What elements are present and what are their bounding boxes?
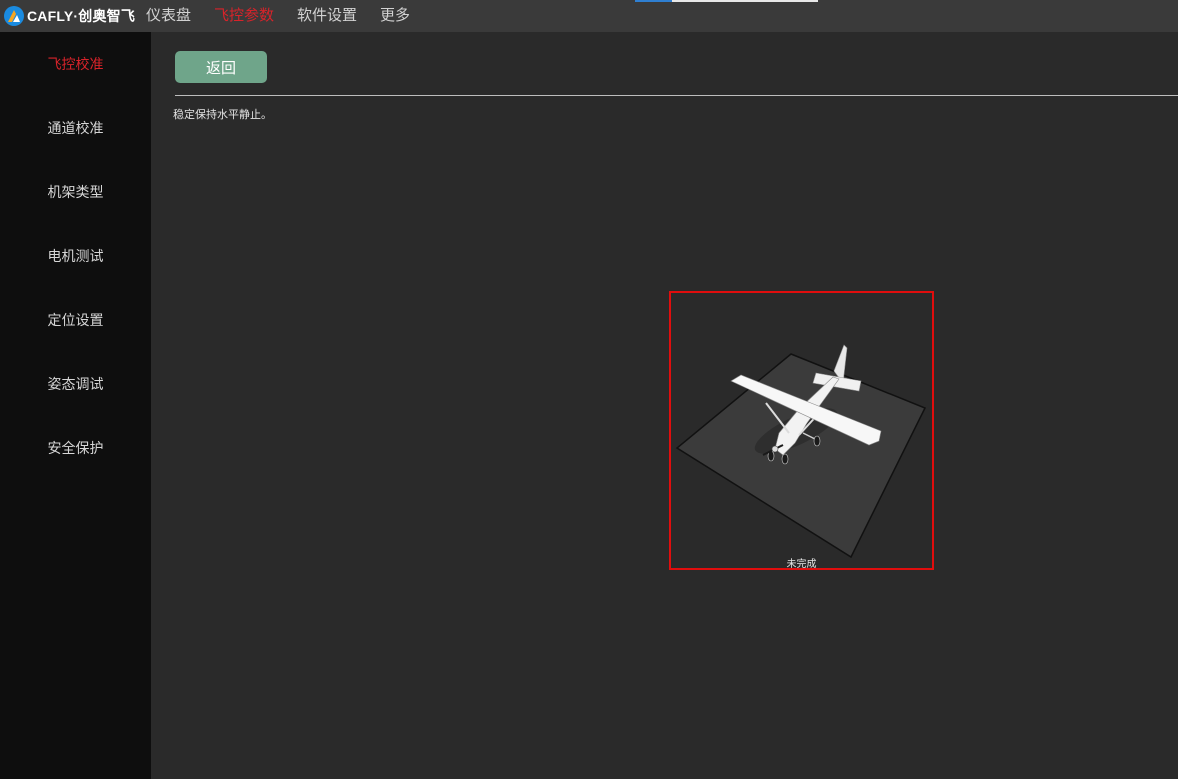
instruction-text: 稳定保持水平静止。 (173, 108, 272, 121)
top-menu: 仪表盘 飞控参数 软件设置 更多 (146, 5, 433, 25)
sidebar: 飞控校准 通道校准 机架类型 电机测试 定位设置 姿态调试 安全保护 (0, 32, 151, 779)
divider (175, 95, 1178, 96)
sidebar-item-fc-calibration[interactable]: 飞控校准 (0, 54, 151, 74)
aircraft-model (675, 344, 927, 559)
sidebar-item-channel-calibration[interactable]: 通道校准 (0, 118, 151, 138)
top-bar: CAFLY·创奥智飞 仪表盘 飞控参数 软件设置 更多 (0, 0, 1178, 32)
brand-name: CAFLY·创奥智飞 (27, 8, 136, 24)
calibration-progress-bar (635, 0, 818, 2)
sidebar-item-safety[interactable]: 安全保护 (0, 438, 151, 458)
sidebar-item-attitude-tuning[interactable]: 姿态调试 (0, 374, 151, 394)
menu-flight-params[interactable]: 飞控参数 (214, 5, 274, 25)
menu-more[interactable]: 更多 (380, 5, 410, 25)
sidebar-item-positioning[interactable]: 定位设置 (0, 310, 151, 330)
sidebar-item-motor-test[interactable]: 电机测试 (0, 246, 151, 266)
progress-fill (635, 0, 672, 2)
sidebar-item-frame-type[interactable]: 机架类型 (0, 182, 151, 202)
aircraft-3d-viewer[interactable]: 未完成 (669, 291, 934, 570)
app-brand: CAFLY·创奥智飞 (4, 5, 135, 27)
cafly-logo-icon (4, 6, 24, 26)
back-button[interactable]: 返回 (175, 51, 267, 83)
calibration-status: 未完成 (786, 559, 817, 570)
menu-dashboard[interactable]: 仪表盘 (146, 5, 191, 25)
menu-software-settings[interactable]: 软件设置 (297, 5, 357, 25)
